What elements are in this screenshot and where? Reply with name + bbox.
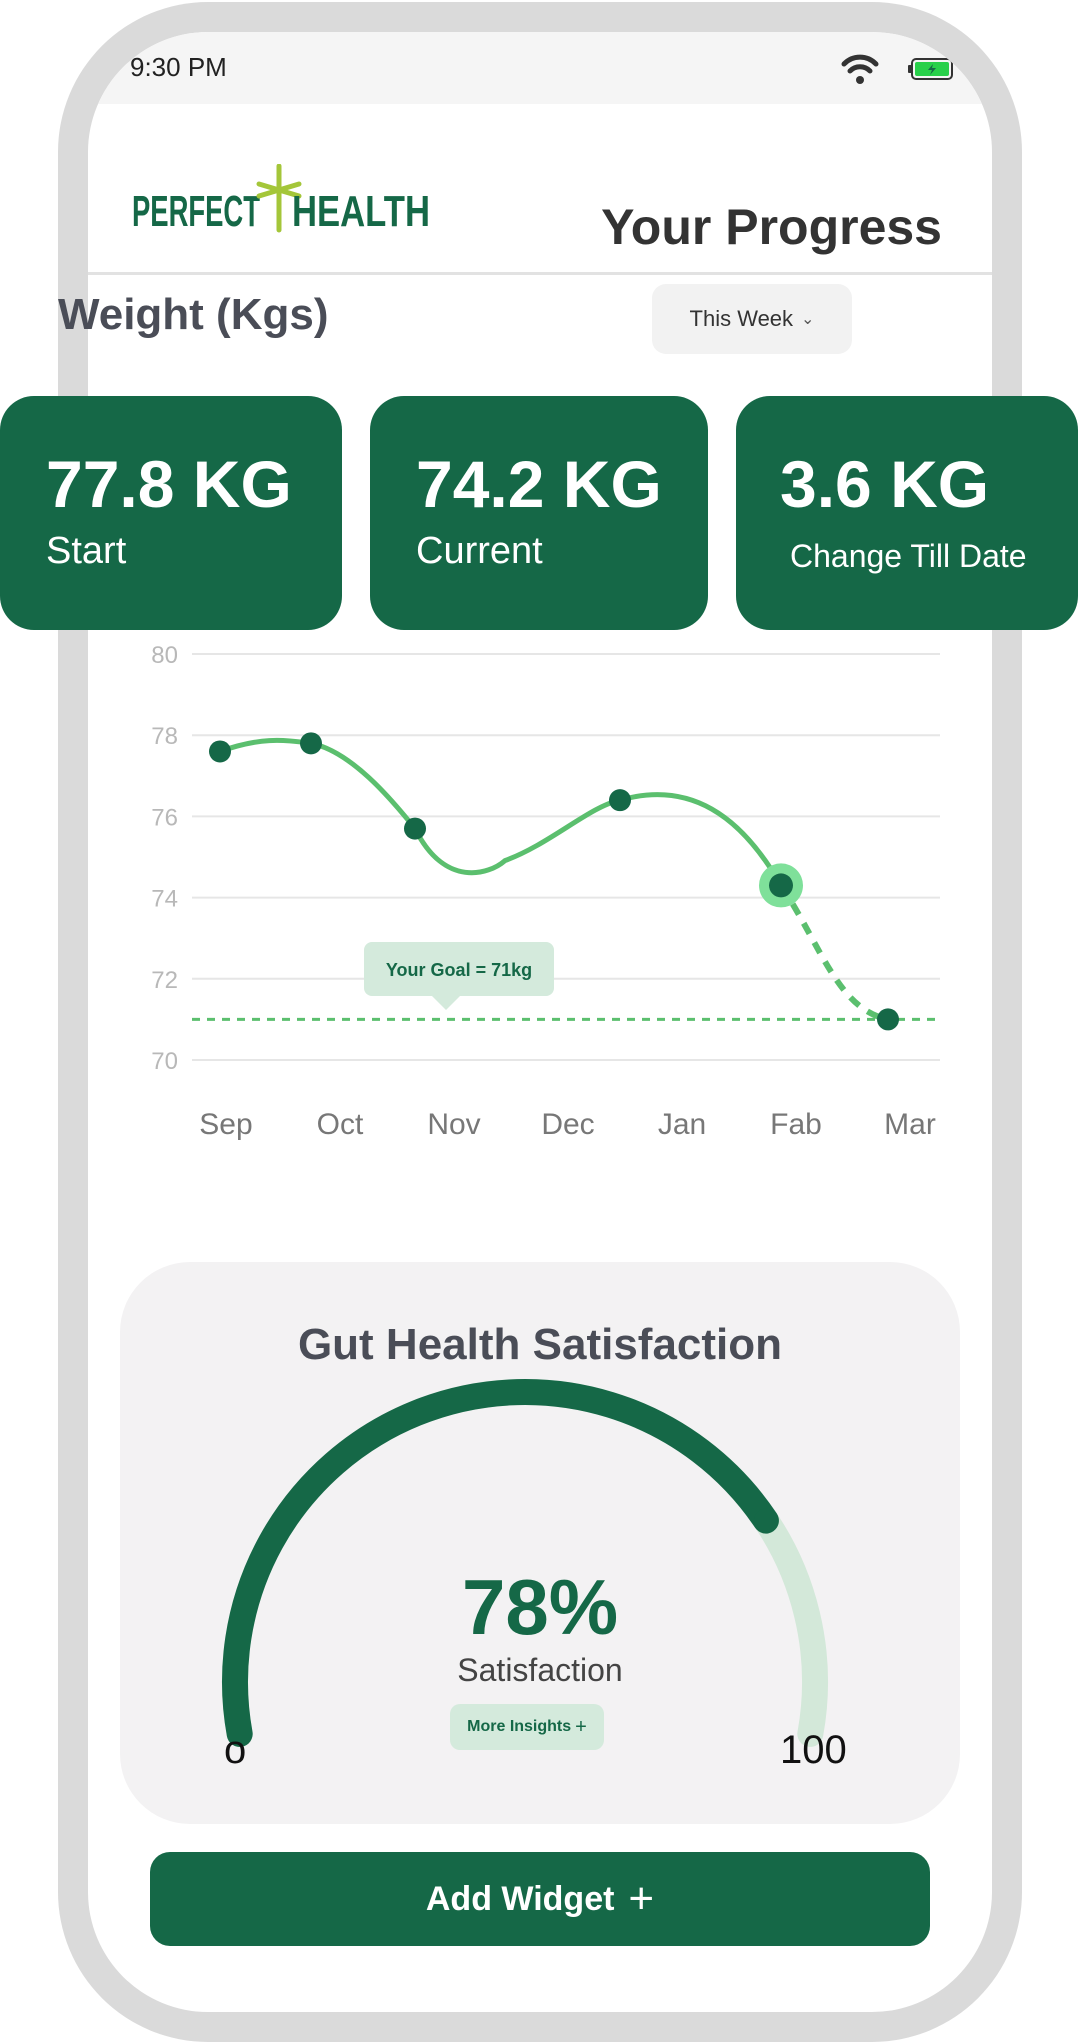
period-label: This Week: [689, 306, 794, 331]
x-tick-label: Nov: [427, 1108, 480, 1141]
weight-section-title: Weight (Kgs): [58, 290, 329, 339]
gauge-min-label: o: [224, 1728, 247, 1772]
status-bar: 9:30 PM: [88, 32, 992, 104]
data-point: [209, 740, 231, 763]
app-header: PERFECT HEALTH Your Progress: [88, 104, 992, 275]
gut-health-card: Gut Health Satisfaction 78% Satisfaction…: [120, 1262, 960, 1824]
logo-text-right: HEALTH: [292, 187, 430, 234]
more-insights-button[interactable]: More Insights +: [450, 1704, 604, 1750]
perfect-health-logo: PERFECT HEALTH: [132, 164, 430, 234]
y-tick-label: 80: [151, 642, 178, 669]
y-tick-label: 76: [151, 804, 178, 831]
goal-label: Your Goal = 71kg: [386, 960, 532, 980]
start-weight-value: 77.8 KG: [46, 447, 292, 521]
change-weight-card: 3.6 KG Change Till Date: [736, 396, 1078, 630]
plus-icon: +: [575, 1715, 587, 1738]
y-tick-label: 78: [151, 723, 178, 750]
weight-series-line: [217, 737, 784, 888]
start-weight-label: Start: [46, 530, 127, 572]
y-tick-label: 74: [151, 886, 178, 913]
current-weight-value: 74.2 KG: [416, 447, 662, 521]
x-tick-label: Dec: [541, 1108, 594, 1141]
goal-callout: Your Goal = 71kg: [364, 942, 554, 1010]
gauge-knob: [753, 1508, 778, 1533]
weight-chart: 80 78 76 74 72 70 Sep Oct Nov Dec Jan Fab Mar Your Go…: [151, 642, 940, 1141]
add-widget-label: Add Widget: [425, 1879, 615, 1918]
wifi-icon: [841, 54, 879, 84]
status-time: 9:30 PM: [130, 52, 227, 82]
satisfaction-percent: 78%: [461, 1563, 619, 1651]
x-tick-label: Fab: [770, 1108, 822, 1141]
goal-callout-pointer: [432, 996, 460, 1010]
y-tick-label: 70: [151, 1048, 178, 1075]
projection-line: [778, 883, 889, 1023]
plus-icon: +: [628, 1874, 655, 1923]
current-data-point: [769, 873, 793, 898]
data-point: [300, 732, 322, 755]
chevron-down-icon: ⌄: [801, 311, 815, 328]
satisfaction-label: Satisfaction: [457, 1652, 623, 1688]
current-weight-label: Current: [416, 530, 543, 572]
change-weight-value: 3.6 KG: [780, 447, 990, 521]
change-weight-label: Change Till Date: [790, 538, 1027, 574]
data-point: [609, 789, 631, 812]
more-insights-label: More Insights: [467, 1718, 572, 1735]
page-title: Your Progress: [601, 199, 942, 255]
add-widget-button[interactable]: Add Widget +: [150, 1852, 930, 1946]
x-tick-label: Oct: [317, 1108, 364, 1141]
current-weight-card: 74.2 KG Current: [370, 396, 708, 630]
x-tick-label: Sep: [199, 1108, 252, 1141]
x-tick-label: Mar: [884, 1108, 936, 1141]
x-tick-label: Jan: [658, 1108, 706, 1141]
gauge-max-label: 100: [780, 1728, 847, 1772]
battery-icon: [908, 58, 953, 80]
y-tick-label: 72: [151, 967, 178, 994]
data-point: [404, 817, 426, 840]
logo-text-left: PERFECT: [132, 187, 260, 234]
start-weight-card: 77.8 KG Start: [0, 396, 342, 630]
period-dropdown[interactable]: This Week ⌄: [652, 284, 852, 354]
goal-data-point: [877, 1008, 899, 1031]
